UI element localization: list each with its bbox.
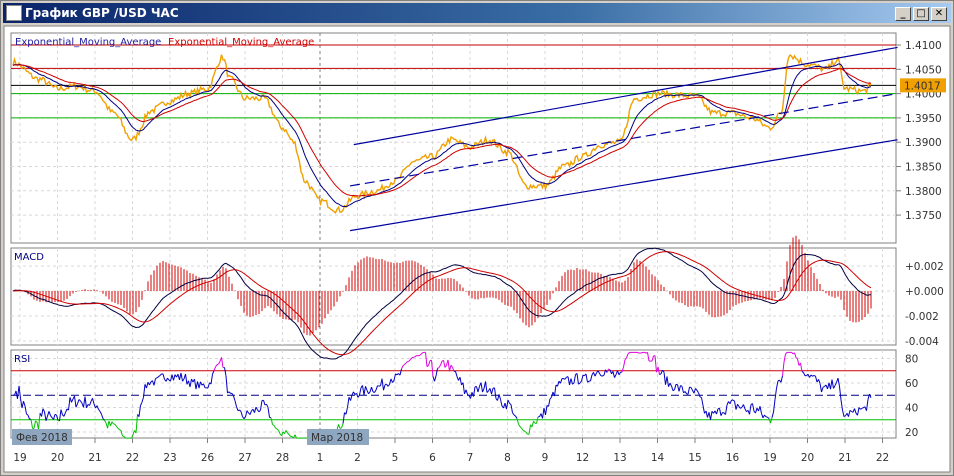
price-tick-label: 1.4050 [905, 64, 942, 76]
rsi-segment [644, 351, 647, 354]
rsi-label: RSI [14, 354, 30, 365]
price-tick-label: 1.3850 [905, 162, 942, 174]
macd-label: MACD [14, 252, 44, 263]
rsi-segment [437, 367, 440, 369]
date-label: 14 [651, 452, 665, 464]
date-label: 26 [201, 452, 215, 464]
price-tick-label: 1.3900 [905, 137, 942, 149]
rsi-segment [339, 427, 342, 429]
price-chart[interactable]: Exponential_Moving_Average Exponential_M… [0, 0, 954, 476]
rsi-tick-label: 20 [905, 427, 918, 439]
date-label: 27 [238, 452, 251, 464]
date-label: 20 [801, 452, 814, 464]
date-label: 21 [88, 452, 101, 464]
date-label: 8 [504, 452, 511, 464]
date-label: 19 [763, 452, 776, 464]
date-label: 22 [876, 452, 889, 464]
rsi-tick-label: 80 [905, 354, 918, 366]
macd-tick-label: +0.002 [905, 261, 944, 273]
date-label: 1 [317, 452, 324, 464]
macd-tick-label: -0.004 [905, 336, 939, 348]
rsi-segment [659, 373, 662, 375]
date-label: 23 [163, 452, 176, 464]
legend-ema-fast: Exponential_Moving_Average [15, 37, 161, 48]
rsi-segment [602, 374, 605, 377]
price-tick-label: 1.3750 [905, 210, 942, 222]
macd-tick-label: +0.000 [905, 286, 944, 298]
date-label: 16 [726, 452, 740, 464]
date-label: 5 [392, 452, 399, 464]
legend-ema-slow: Exponential_Moving_Average [168, 37, 314, 48]
month-label: Фев 2018 [16, 432, 68, 444]
current-price-label: 1.4017 [904, 80, 941, 92]
rsi-segment [822, 386, 825, 388]
rsi-tick-label: 60 [905, 378, 918, 390]
date-label: 22 [126, 452, 139, 464]
month-label: Мар 2018 [311, 432, 363, 444]
date-label: 2 [354, 452, 361, 464]
date-label: 6 [429, 452, 436, 464]
date-label: 21 [838, 452, 851, 464]
rsi-segment [155, 377, 158, 379]
macd-tick-label: -0.002 [905, 311, 939, 323]
rsi-segment [54, 413, 57, 416]
rsi-segment [122, 435, 125, 438]
rsi-segment [216, 363, 219, 366]
date-label: 7 [467, 452, 474, 464]
date-label: 19 [13, 452, 26, 464]
date-label: 12 [576, 452, 589, 464]
price-tick-label: 1.4100 [905, 40, 942, 52]
date-label: 28 [276, 452, 289, 464]
rsi-segment [636, 351, 639, 354]
rsi-segment [813, 375, 816, 377]
rsi-segment [699, 396, 702, 398]
rsi-segment [413, 356, 416, 358]
date-label: 13 [613, 452, 626, 464]
date-label: 9 [542, 452, 549, 464]
date-label: 15 [688, 452, 701, 464]
rsi-segment [812, 375, 815, 377]
price-tick-label: 1.3950 [905, 113, 942, 125]
rsi-tick-label: 40 [905, 403, 918, 415]
date-label: 20 [51, 452, 64, 464]
price-tick-label: 1.3800 [905, 186, 942, 198]
